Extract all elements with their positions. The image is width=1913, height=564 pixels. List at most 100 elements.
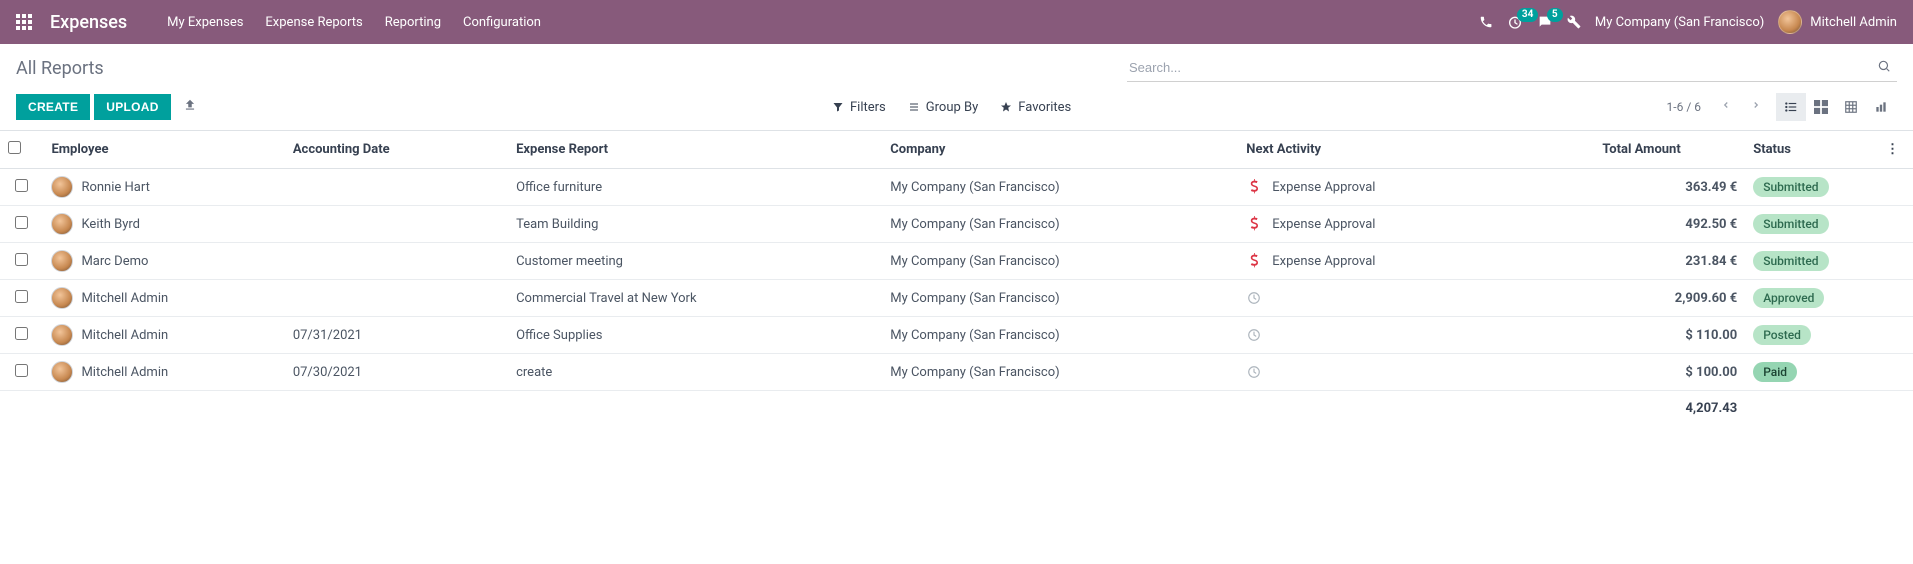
total-amount: 231.84 € bbox=[1594, 243, 1745, 280]
row-checkbox[interactable] bbox=[15, 327, 28, 340]
accounting-date: 07/30/2021 bbox=[285, 354, 508, 391]
employee-avatar-icon bbox=[51, 250, 73, 272]
activity-icon[interactable] bbox=[1246, 365, 1262, 379]
pager[interactable]: 1-6 / 6 bbox=[1667, 100, 1701, 114]
favorites-label: Favorites bbox=[1018, 100, 1071, 115]
row-checkbox[interactable] bbox=[15, 253, 28, 266]
create-button[interactable]: CREATE bbox=[16, 94, 90, 120]
header-status[interactable]: Status bbox=[1745, 131, 1878, 169]
user-name: Mitchell Admin bbox=[1810, 15, 1897, 30]
timer-badge: 34 bbox=[1517, 8, 1538, 22]
footer-total: 4,207.43 bbox=[1594, 391, 1745, 427]
group-by-label: Group By bbox=[926, 100, 979, 115]
user-avatar-icon bbox=[1778, 10, 1802, 34]
menu-expense-reports[interactable]: Expense Reports bbox=[265, 15, 362, 30]
control-panel: All Reports CREATE UPLOAD Filters Group … bbox=[0, 44, 1913, 130]
list-view: Employee Accounting Date Expense Report … bbox=[0, 130, 1913, 426]
total-amount: $ 110.00 bbox=[1594, 317, 1745, 354]
table-row[interactable]: Mitchell Admin07/31/2021Office SuppliesM… bbox=[0, 317, 1913, 354]
company: My Company (San Francisco) bbox=[882, 243, 1238, 280]
chat-icon[interactable]: 5 bbox=[1537, 14, 1553, 30]
activity-icon[interactable] bbox=[1246, 328, 1262, 342]
upload-file-icon[interactable] bbox=[183, 98, 197, 116]
total-amount: 363.49 € bbox=[1594, 169, 1745, 206]
total-amount: 2,909.60 € bbox=[1594, 280, 1745, 317]
select-all-checkbox[interactable] bbox=[8, 141, 21, 154]
row-checkbox[interactable] bbox=[15, 290, 28, 303]
employee-name: Mitchell Admin bbox=[81, 365, 168, 380]
view-pivot-icon[interactable] bbox=[1836, 93, 1866, 121]
search-box[interactable] bbox=[1127, 54, 1897, 82]
activity-icon[interactable] bbox=[1246, 291, 1262, 305]
phone-icon[interactable] bbox=[1479, 15, 1493, 29]
view-list-icon[interactable] bbox=[1776, 93, 1806, 121]
accounting-date bbox=[285, 169, 508, 206]
main-menu: My Expenses Expense Reports Reporting Co… bbox=[167, 15, 541, 30]
expense-report-name: Office Supplies bbox=[508, 317, 882, 354]
activity-icon[interactable] bbox=[1246, 216, 1262, 232]
status-badge: Approved bbox=[1753, 288, 1824, 308]
row-checkbox[interactable] bbox=[15, 179, 28, 192]
header-accounting-date[interactable]: Accounting Date bbox=[285, 131, 508, 169]
expense-report-name: Office furniture bbox=[508, 169, 882, 206]
status-badge: Submitted bbox=[1753, 214, 1828, 234]
menu-configuration[interactable]: Configuration bbox=[463, 15, 541, 30]
header-expense-report[interactable]: Expense Report bbox=[508, 131, 882, 169]
user-menu[interactable]: Mitchell Admin bbox=[1778, 10, 1897, 34]
status-badge: Submitted bbox=[1753, 251, 1828, 271]
table-row[interactable]: Ronnie Hart Office furnitureMy Company (S… bbox=[0, 169, 1913, 206]
debug-icon[interactable] bbox=[1567, 15, 1581, 29]
top-nav: Expenses My Expenses Expense Reports Rep… bbox=[0, 0, 1913, 44]
company: My Company (San Francisco) bbox=[882, 280, 1238, 317]
upload-button[interactable]: UPLOAD bbox=[94, 94, 170, 120]
search-icon[interactable] bbox=[1871, 59, 1897, 77]
table-row[interactable]: Mitchell AdminCommercial Travel at New Y… bbox=[0, 280, 1913, 317]
employee-name: Mitchell Admin bbox=[81, 291, 168, 306]
menu-my-expenses[interactable]: My Expenses bbox=[167, 15, 243, 30]
company-selector[interactable]: My Company (San Francisco) bbox=[1595, 15, 1764, 30]
total-amount: 492.50 € bbox=[1594, 206, 1745, 243]
filters-button[interactable]: Filters bbox=[832, 100, 886, 115]
accounting-date bbox=[285, 206, 508, 243]
company: My Company (San Francisco) bbox=[882, 169, 1238, 206]
pager-prev-icon[interactable] bbox=[1715, 94, 1737, 120]
pager-next-icon[interactable] bbox=[1745, 94, 1767, 120]
filters-label: Filters bbox=[850, 100, 886, 115]
header-total-amount[interactable]: Total Amount bbox=[1594, 131, 1745, 169]
row-checkbox[interactable] bbox=[15, 364, 28, 377]
table-row[interactable]: Mitchell Admin07/30/2021createMy Company… bbox=[0, 354, 1913, 391]
header-employee[interactable]: Employee bbox=[43, 131, 284, 169]
accounting-date bbox=[285, 280, 508, 317]
apps-icon[interactable] bbox=[16, 14, 32, 30]
row-checkbox[interactable] bbox=[15, 216, 28, 229]
header-company[interactable]: Company bbox=[882, 131, 1238, 169]
menu-reporting[interactable]: Reporting bbox=[385, 15, 441, 30]
view-kanban-icon[interactable] bbox=[1806, 93, 1836, 121]
timer-icon[interactable]: 34 bbox=[1507, 14, 1523, 30]
column-options-icon[interactable]: ⋮ bbox=[1878, 131, 1913, 169]
table-row[interactable]: Keith ByrdTeam BuildingMy Company (San F… bbox=[0, 206, 1913, 243]
app-brand[interactable]: Expenses bbox=[50, 12, 127, 33]
accounting-date bbox=[285, 243, 508, 280]
chat-badge: 5 bbox=[1547, 8, 1563, 22]
expense-report-name: Team Building bbox=[508, 206, 882, 243]
view-graph-icon[interactable] bbox=[1866, 93, 1896, 121]
employee-avatar-icon bbox=[51, 287, 73, 309]
total-amount: $ 100.00 bbox=[1594, 354, 1745, 391]
activity-icon[interactable] bbox=[1246, 253, 1262, 269]
activity-text: Expense Approval bbox=[1272, 180, 1375, 195]
activity-icon[interactable] bbox=[1246, 179, 1262, 195]
search-input[interactable] bbox=[1127, 56, 1871, 79]
header-next-activity[interactable]: Next Activity bbox=[1238, 131, 1594, 169]
employee-name: Keith Byrd bbox=[81, 217, 140, 232]
view-switcher bbox=[1775, 92, 1897, 122]
group-by-button[interactable]: Group By bbox=[908, 100, 979, 115]
activity-text: Expense Approval bbox=[1272, 254, 1375, 269]
expense-report-name: Customer meeting bbox=[508, 243, 882, 280]
employee-avatar-icon bbox=[51, 176, 73, 198]
status-badge: Posted bbox=[1753, 325, 1811, 345]
favorites-button[interactable]: Favorites bbox=[1000, 100, 1071, 115]
header-row: Employee Accounting Date Expense Report … bbox=[0, 131, 1913, 169]
table-row[interactable]: Marc DemoCustomer meetingMy Company (San… bbox=[0, 243, 1913, 280]
employee-name: Ronnie Hart bbox=[81, 180, 149, 195]
